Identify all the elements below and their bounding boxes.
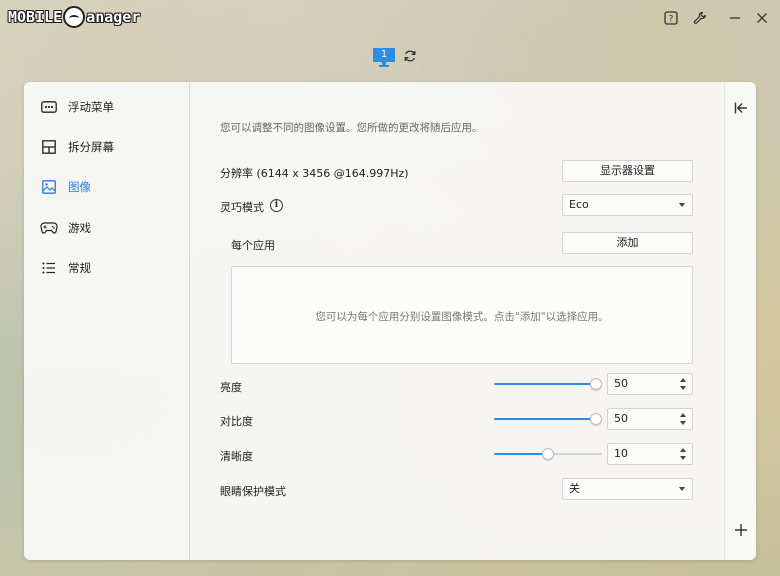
main-panel: 浮动菜单 拆分屏幕 图像 游戏 常规 您可以调整不同的图像设置。您所做的更改将随… (24, 82, 756, 560)
chevron-down-icon (679, 203, 685, 207)
per-app-empty-text: 您可以为每个应用分别设置图像模式。点击"添加"以选择应用。 (315, 311, 609, 323)
sidebar-item-general[interactable]: 常规 (24, 253, 190, 283)
wrench-icon (693, 11, 706, 24)
smart-mode-value: Eco (569, 198, 589, 211)
smart-mode-label: 灵巧模式 (220, 201, 264, 214)
refresh-button[interactable] (402, 49, 418, 65)
eye-care-label: 眼睛保护模式 (220, 485, 286, 498)
brightness-slider[interactable] (494, 378, 602, 390)
sidebar-item-floating-menu[interactable]: 浮动菜单 (24, 92, 190, 122)
sidebar-item-split-screen[interactable]: 拆分屏幕 (24, 132, 190, 162)
help-icon: ? (664, 11, 678, 25)
collapse-left-icon (734, 102, 747, 114)
collapse-panel-button[interactable] (731, 100, 751, 120)
display-settings-button[interactable]: 显示器设置 (562, 160, 693, 182)
sidebar-item-image[interactable]: 图像 (24, 172, 190, 202)
image-icon (40, 178, 58, 196)
brightness-value: 50 (614, 377, 628, 390)
brightness-input[interactable]: 50 (607, 373, 693, 395)
help-button[interactable]: ? (661, 8, 681, 28)
sharpness-value: 10 (614, 447, 628, 460)
gamepad-icon (40, 219, 58, 237)
contrast-value: 50 (614, 412, 628, 425)
plus-icon (735, 524, 747, 536)
logo-mascot-icon (63, 6, 86, 28)
brightness-label: 亮度 (220, 381, 242, 394)
spin-arrows-icon[interactable] (680, 413, 687, 426)
svg-text:?: ? (669, 15, 674, 25)
floating-menu-icon (40, 98, 58, 116)
sidebar-item-label: 拆分屏幕 (68, 140, 114, 154)
slider-thumb[interactable] (590, 378, 602, 390)
contrast-slider[interactable] (494, 413, 602, 425)
add-app-button[interactable]: 添加 (562, 232, 693, 254)
per-app-list: 您可以为每个应用分别设置图像模式。点击"添加"以选择应用。 (231, 266, 693, 364)
sidebar-item-label: 图像 (68, 180, 91, 194)
close-icon (757, 13, 767, 23)
settings-hint: 您可以调整不同的图像设置。您所做的更改将随后应用。 (220, 122, 483, 134)
minimize-button[interactable] (725, 8, 745, 28)
app-logo: MOBILE anager (8, 5, 140, 29)
add-button[interactable] (731, 522, 751, 542)
refresh-icon (404, 50, 416, 62)
settings-button[interactable] (690, 8, 710, 28)
sidebar-item-game[interactable]: 游戏 (24, 213, 190, 243)
sidebar-item-label: 常规 (68, 261, 91, 275)
slider-fill (494, 453, 548, 455)
slider-fill (494, 418, 596, 420)
eye-care-select[interactable]: 关 (562, 478, 693, 500)
minimize-icon (730, 17, 740, 19)
list-icon (40, 259, 58, 277)
logo-text-right: anager (86, 8, 141, 26)
resolution-label: 分辨率 (6144 x 3456 @164.997Hz) (220, 167, 409, 180)
slider-fill (494, 383, 596, 385)
sharpness-input[interactable]: 10 (607, 443, 693, 465)
sharpness-slider[interactable] (494, 448, 602, 460)
spin-arrows-icon[interactable] (680, 448, 687, 461)
slider-thumb[interactable] (590, 413, 602, 425)
right-toolbar (724, 82, 756, 560)
per-app-label: 每个应用 (231, 239, 275, 252)
sidebar-item-label: 浮动菜单 (68, 100, 114, 114)
info-icon[interactable]: i (270, 199, 283, 212)
monitor-tab-1[interactable]: 1 (373, 48, 395, 67)
chevron-down-icon (679, 487, 685, 491)
slider-thumb[interactable] (542, 448, 554, 460)
sidebar-item-label: 游戏 (68, 221, 91, 235)
contrast-input[interactable]: 50 (607, 408, 693, 430)
close-button[interactable] (752, 8, 772, 28)
monitor-base (379, 65, 389, 67)
logo-text-left: MOBILE (8, 8, 63, 26)
image-settings-content: 您可以调整不同的图像设置。您所做的更改将随后应用。 分辨率 (6144 x 34… (191, 82, 724, 560)
sharpness-label: 清晰度 (220, 450, 253, 463)
sidebar: 浮动菜单 拆分屏幕 图像 游戏 常规 (24, 82, 190, 560)
monitor-number: 1 (373, 48, 395, 62)
smart-mode-select[interactable]: Eco (562, 194, 693, 216)
spin-arrows-icon[interactable] (680, 378, 687, 391)
split-screen-icon (40, 138, 58, 156)
title-bar: MOBILE anager ? (0, 0, 780, 36)
contrast-label: 对比度 (220, 415, 253, 428)
eye-care-value: 关 (569, 482, 580, 495)
